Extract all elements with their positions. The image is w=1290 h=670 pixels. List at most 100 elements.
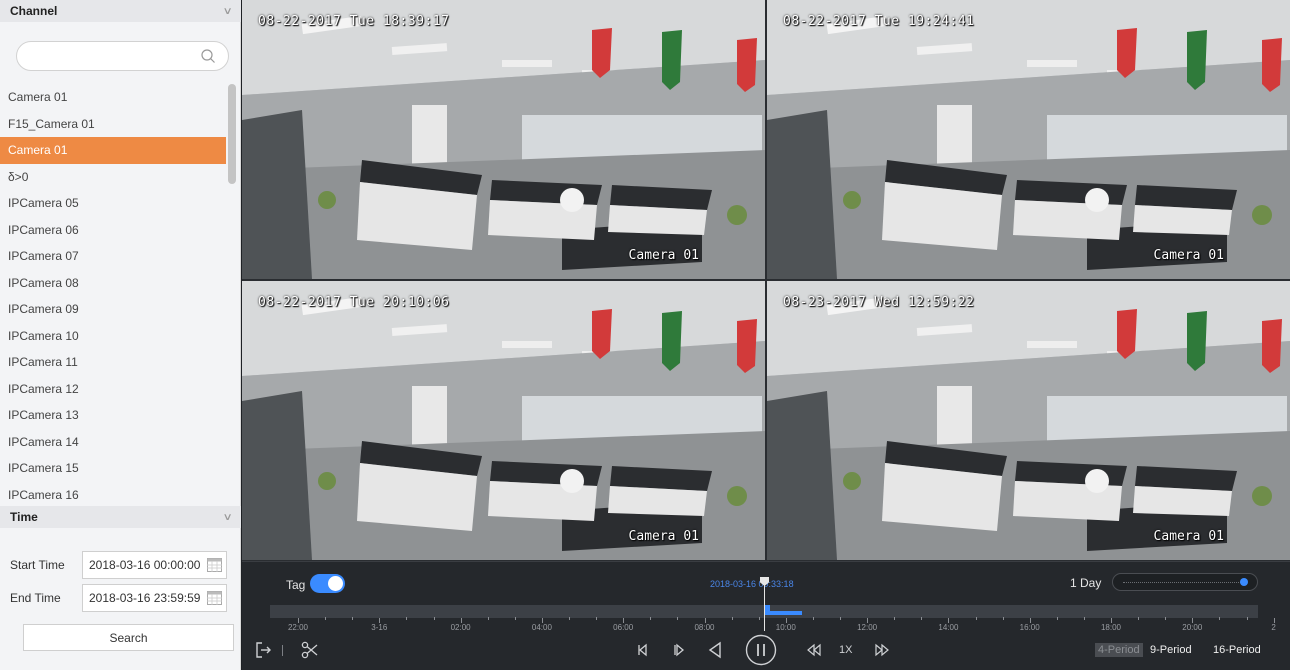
osd-timestamp: 08-23-2017 Wed 12:59:22 <box>783 295 975 310</box>
timeline-tick-mark <box>1029 618 1031 623</box>
zoom-slider-track <box>1123 582 1243 583</box>
video-image <box>242 281 765 560</box>
osd-timestamp: 08-22-2017 Tue 19:24:41 <box>783 14 975 29</box>
timeline-tick-mark <box>948 618 950 623</box>
osd-camera-name: Camera 01 <box>628 248 699 263</box>
timeline-tick-mark <box>677 617 679 620</box>
tag-toggle[interactable] <box>310 574 345 593</box>
slow-down-icon[interactable] <box>804 640 824 660</box>
video-tile[interactable]: 08-22-2017 Tue 18:39:17 Camera 01 <box>242 0 765 279</box>
step-forward-icon[interactable] <box>669 640 689 660</box>
time-header-label: Time <box>10 510 38 524</box>
timeline-zoom-slider[interactable] <box>1112 573 1258 591</box>
video-tile[interactable]: 08-23-2017 Wed 12:59:22 Camera 01 <box>767 281 1290 560</box>
channel-list-item[interactable]: IPCamera 14 <box>0 429 226 456</box>
pause-icon[interactable] <box>745 634 777 666</box>
timeline-tick-mark <box>731 617 733 620</box>
timeline-tick-mark <box>704 618 706 623</box>
channel-search-input[interactable] <box>29 42 199 70</box>
channel-search-box[interactable] <box>16 41 229 71</box>
toolbar-divider <box>282 645 283 656</box>
timeline-tick-mark <box>1138 617 1140 620</box>
channel-header-label: Channel <box>10 4 58 18</box>
calendar-icon[interactable] <box>207 558 222 572</box>
video-image <box>767 281 1290 560</box>
channel-list-item[interactable]: F15_Camera 01 <box>0 111 226 138</box>
recording-segment <box>764 611 802 615</box>
channel-list-item[interactable]: IPCamera 06 <box>0 217 226 244</box>
chevron-down-icon: ∨ <box>222 5 233 17</box>
timeline-tick-mark <box>1002 617 1004 620</box>
channel-list-item[interactable]: IPCamera 11 <box>0 349 226 376</box>
timeline-cursor[interactable] <box>764 579 765 632</box>
channel-section-header[interactable]: Channel ∨ <box>0 0 241 22</box>
timeline-tick-mark <box>1219 617 1221 620</box>
channel-list-item[interactable]: δ>0 <box>0 164 226 191</box>
exit-icon[interactable] <box>254 640 274 660</box>
search-button-label: Search <box>109 630 148 645</box>
search-icon[interactable] <box>200 48 216 64</box>
video-image <box>767 0 1290 279</box>
channel-list-scrollbar[interactable] <box>228 84 236 184</box>
channel-list-item[interactable]: IPCamera 16 <box>0 482 226 501</box>
calendar-icon[interactable] <box>207 591 222 605</box>
osd-camera-name: Camera 01 <box>1153 529 1224 544</box>
toggle-knob <box>328 576 343 591</box>
chevron-down-icon: ∨ <box>222 511 233 523</box>
timeline-tick-mark <box>569 617 570 620</box>
scissors-icon[interactable] <box>300 640 320 660</box>
osd-timestamp: 08-22-2017 Tue 20:10:06 <box>258 295 450 310</box>
start-time-value: 2018-03-16 00:00:00 <box>89 558 201 572</box>
channel-list-item[interactable]: Camera 01 <box>0 137 226 164</box>
tag-label: Tag <box>286 578 306 592</box>
playback-speed: 1X <box>839 644 853 656</box>
osd-camera-name: Camera 01 <box>628 529 699 544</box>
end-time-row: End Time 2018-03-16 23:59:59 <box>10 584 227 612</box>
channel-list: Camera 01 F15_Camera 01 Camera 01 δ>0 IPCame… <box>0 84 226 500</box>
zoom-slider-handle[interactable] <box>1240 578 1248 586</box>
channel-list-item[interactable]: IPCamera 05 <box>0 190 226 217</box>
reverse-play-icon[interactable] <box>705 640 725 660</box>
timeline-tick-mark <box>1246 617 1248 620</box>
timeline-tick-mark <box>379 618 381 623</box>
time-section-header[interactable]: Time ∨ <box>0 506 241 528</box>
channel-list-item[interactable]: IPCamera 13 <box>0 402 226 429</box>
channel-list-item[interactable]: IPCamera 08 <box>0 270 226 297</box>
playback-timeline: Tag 2018-03-16 09:33:18 1 Day 22:00 3-16 0… <box>242 561 1290 632</box>
timeline-tick-mark <box>921 617 923 620</box>
timeline-tick-mark <box>298 618 299 623</box>
playback-video-grid: 08-22-2017 Tue 18:39:17 Camera 01 08-22-… <box>242 0 1290 561</box>
timeline-tick-mark <box>840 617 841 620</box>
channel-list-item[interactable]: IPCamera 07 <box>0 243 226 270</box>
search-button[interactable]: Search <box>23 624 234 651</box>
timeline-tick-mark <box>623 618 625 623</box>
timeline-tick-mark <box>1083 617 1085 620</box>
timeline-tick-mark <box>1056 617 1058 620</box>
end-time-field[interactable]: 2018-03-16 23:59:59 <box>82 584 227 612</box>
timeline-tick-mark <box>352 617 354 620</box>
channel-list-item[interactable]: Camera 01 <box>0 84 226 111</box>
timeline-tick-mark <box>541 618 543 623</box>
end-time-value: 2018-03-16 23:59:59 <box>89 591 201 605</box>
timeline-tick-mark <box>1273 618 1275 623</box>
channel-list-item[interactable]: IPCamera 10 <box>0 323 226 350</box>
timeline-tick-mark <box>1111 618 1112 623</box>
channel-list-item[interactable]: IPCamera 15 <box>0 455 226 482</box>
osd-camera-name: Camera 01 <box>1153 248 1224 263</box>
timeline-tick-mark <box>812 617 814 620</box>
video-tile[interactable]: 08-22-2017 Tue 20:10:06 Camera 01 <box>242 281 765 560</box>
channel-list-item[interactable]: IPCamera 09 <box>0 296 226 323</box>
timeline-tick-mark <box>406 617 408 620</box>
start-time-field[interactable]: 2018-03-16 00:00:00 <box>82 551 227 579</box>
step-backward-icon[interactable] <box>633 640 653 660</box>
timeline-tick-mark <box>460 618 462 623</box>
timeline-tick-mark <box>487 617 489 620</box>
period-16-button[interactable]: 16-Period <box>1210 643 1264 657</box>
period-4-button[interactable]: 4-Period <box>1095 643 1143 657</box>
channel-list-item[interactable]: IPCamera 12 <box>0 376 226 403</box>
timeline-tick-mark <box>596 617 598 620</box>
video-tile[interactable]: 08-22-2017 Tue 19:24:41 Camera 01 <box>767 0 1290 279</box>
period-9-button[interactable]: 9-Period <box>1147 643 1195 657</box>
timeline-tick-mark <box>867 618 869 623</box>
fast-forward-icon[interactable] <box>872 640 892 660</box>
